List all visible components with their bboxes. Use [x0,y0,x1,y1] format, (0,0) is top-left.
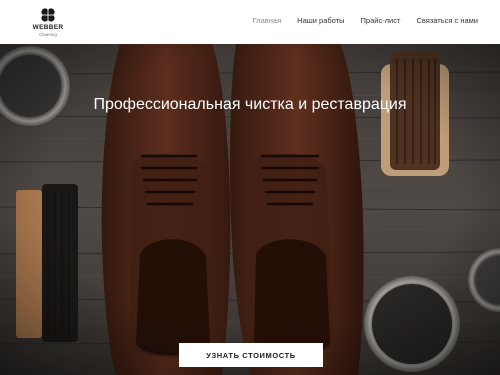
clover-icon [41,8,55,22]
logo[interactable]: WEBBER Cleaning [28,7,68,37]
nav-item-home[interactable]: Главная [253,16,282,25]
site-header: WEBBER Cleaning Главная Наши работы Прай… [0,0,500,44]
logo-subtitle: Cleaning [39,32,57,37]
nav-item-works[interactable]: Наши работы [297,16,344,25]
nav-item-contact[interactable]: Связаться с нами [416,16,478,25]
nav-item-prices[interactable]: Прайс-лист [361,16,401,25]
get-price-button[interactable]: УЗНАТЬ СТОИМОСТЬ [179,343,323,367]
main-nav: Главная Наши работы Прайс-лист Связаться… [253,16,478,25]
logo-name: WEBBER [32,24,64,31]
page: WEBBER Cleaning Главная Наши работы Прай… [0,0,500,375]
hero-section: Профессиональная чистка и реставрация [0,44,500,375]
hero-title: Профессиональная чистка и реставрация [93,96,407,113]
hero-background-image [0,44,500,375]
